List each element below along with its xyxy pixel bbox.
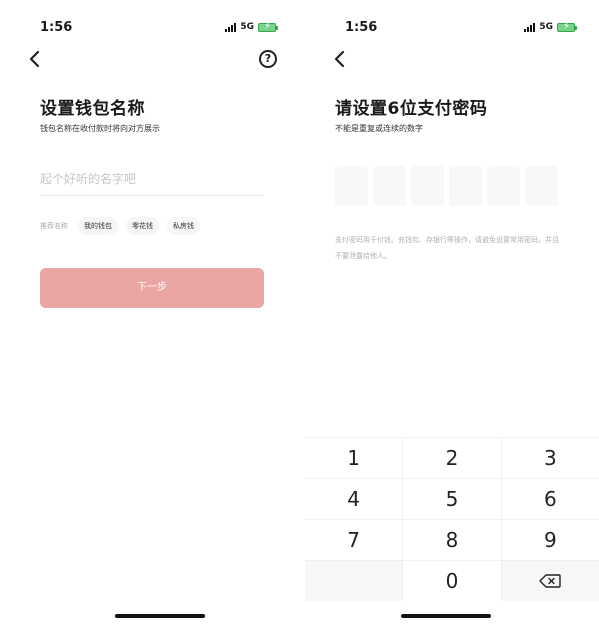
wallet-name-input[interactable]	[40, 162, 264, 196]
status-icons: 5G ⚡	[225, 21, 278, 32]
home-indicator[interactable]	[115, 614, 205, 618]
payment-password-screen: 1:56 5G ⚡ 请设置6位支付密码 不能是重复或连续的数字 支付密码用于付钱…	[305, 0, 599, 636]
name-chip-my-wallet[interactable]: 我的钱包	[78, 217, 118, 235]
key-1[interactable]: 1	[305, 438, 404, 478]
network-type: 5G	[539, 22, 553, 32]
keypad-row: 0	[305, 560, 599, 601]
backspace-key[interactable]	[501, 561, 599, 601]
name-chip-pocket-money[interactable]: 零花钱	[126, 217, 159, 235]
key-3[interactable]: 3	[501, 438, 599, 478]
keypad-row: 4 5 6	[305, 478, 599, 519]
page-subtitle: 钱包名称在收付款时将向对方展示	[40, 124, 160, 133]
network-type: 5G	[240, 22, 254, 32]
password-hint: 支付密码用于付钱、充钱包、存银行等操作，请避免设置常用密码，并且不要泄露给他人。	[335, 236, 559, 260]
help-icon[interactable]: ?	[259, 50, 277, 68]
recommend-names: 推荐名称 我的钱包 零花钱 私房钱	[40, 217, 200, 235]
keypad-row: 7 8 9	[305, 519, 599, 560]
pin-input[interactable]	[335, 166, 558, 206]
status-bar: 1:56 5G ⚡	[305, 20, 599, 40]
battery-icon: ⚡	[557, 21, 577, 32]
key-2[interactable]: 2	[403, 438, 502, 478]
name-chip-private-money[interactable]: 私房钱	[167, 217, 200, 235]
numeric-keypad: 1 2 3 4 5 6 7 8 9 0	[305, 437, 599, 601]
signal-icon	[225, 22, 237, 32]
signal-icon	[524, 22, 536, 32]
status-time: 1:56	[345, 20, 378, 35]
back-icon[interactable]	[331, 48, 351, 70]
backspace-icon	[539, 574, 562, 588]
status-time: 1:56	[40, 20, 73, 35]
key-blank	[305, 561, 404, 601]
pin-digit-box[interactable]	[373, 166, 406, 206]
back-icon[interactable]	[26, 48, 46, 70]
pin-digit-box[interactable]	[487, 166, 520, 206]
key-5[interactable]: 5	[403, 479, 502, 519]
key-6[interactable]: 6	[501, 479, 599, 519]
keypad-row: 1 2 3	[305, 437, 599, 478]
status-icons: 5G ⚡	[524, 21, 577, 32]
next-button[interactable]: 下一步	[40, 268, 264, 308]
key-7[interactable]: 7	[305, 520, 404, 560]
screen-pair: 1:56 5G ⚡ ? 设置钱包名称 钱包名称在收付款时将向对方展示 推荐名称 …	[0, 0, 599, 636]
key-8[interactable]: 8	[403, 520, 502, 560]
key-9[interactable]: 9	[501, 520, 599, 560]
battery-icon: ⚡	[258, 21, 278, 32]
pin-digit-box[interactable]	[449, 166, 482, 206]
pin-digit-box[interactable]	[335, 166, 368, 206]
page-title: 设置钱包名称	[40, 99, 145, 119]
key-4[interactable]: 4	[305, 479, 404, 519]
recommend-label: 推荐名称	[40, 222, 68, 230]
page-subtitle: 不能是重复或连续的数字	[335, 124, 423, 133]
key-0[interactable]: 0	[403, 561, 502, 601]
page-title: 请设置6位支付密码	[335, 99, 488, 119]
wallet-name-screen: 1:56 5G ⚡ ? 设置钱包名称 钱包名称在收付款时将向对方展示 推荐名称 …	[0, 0, 300, 636]
status-bar: 1:56 5G ⚡	[0, 20, 300, 40]
home-indicator[interactable]	[401, 614, 491, 618]
pin-digit-box[interactable]	[525, 166, 558, 206]
pin-digit-box[interactable]	[411, 166, 444, 206]
